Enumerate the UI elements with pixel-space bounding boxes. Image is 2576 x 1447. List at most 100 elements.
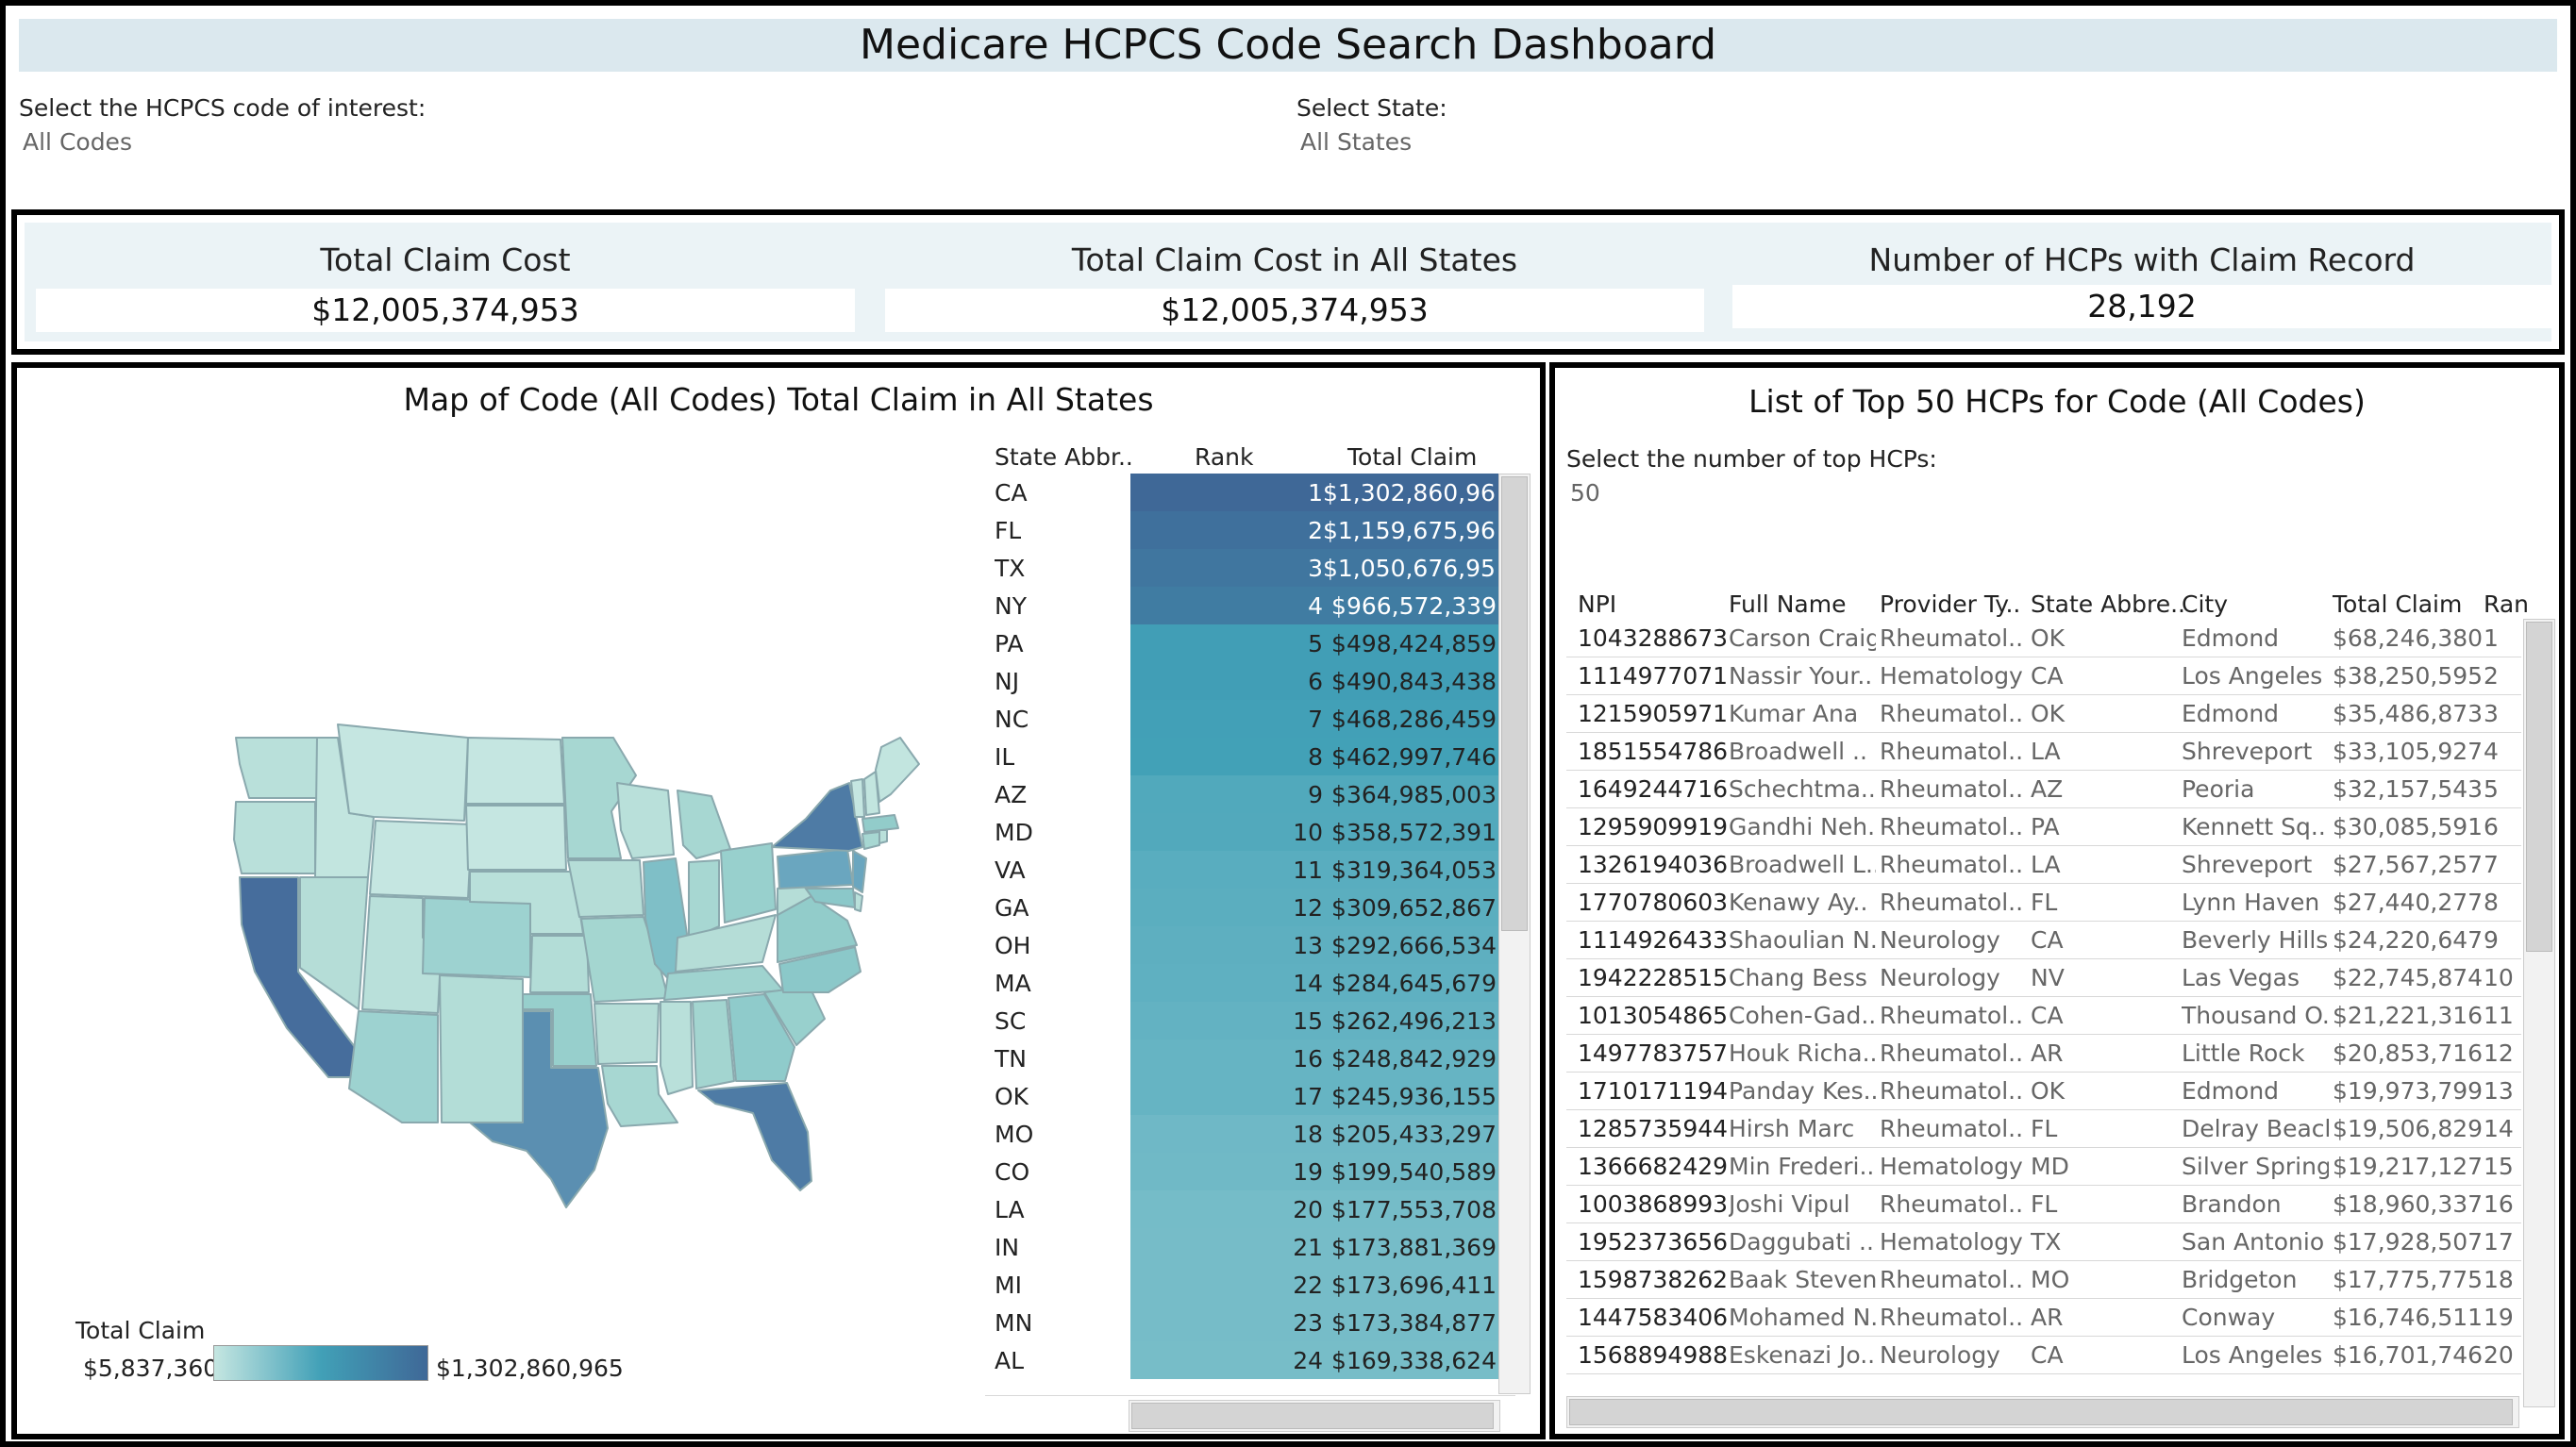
state-abbr-cell[interactable]: SC <box>995 1007 1026 1035</box>
hcp-city-cell[interactable]: Los Angeles <box>2182 1341 2329 1369</box>
state-rank-cell[interactable]: 6 <box>1130 668 1323 695</box>
state-abbr-cell[interactable]: LA <box>995 1196 1025 1223</box>
hcp-total-claim-cell[interactable]: $27,567,257 <box>2333 851 2482 878</box>
hcp-npi-cell[interactable]: 1285735944 <box>1578 1115 1727 1142</box>
state-total-claim-cell[interactable]: $1,302,860,965 <box>1323 479 1497 507</box>
hcp-state-cell[interactable]: CA <box>2031 662 2178 690</box>
hcp-npi-cell[interactable]: 1114977071 <box>1578 662 1727 690</box>
hcp-rank-cell[interactable]: 1 <box>2484 624 2521 652</box>
hcp-city-cell[interactable]: Shreveport <box>2182 738 2329 765</box>
hcp-city-cell[interactable]: Los Angeles <box>2182 662 2329 690</box>
hcp-npi-cell[interactable]: 1013054865 <box>1578 1002 1727 1029</box>
hcp-total-claim-cell[interactable]: $27,440,277 <box>2333 889 2482 916</box>
state-total-claim-cell[interactable]: $358,572,391 <box>1323 819 1497 846</box>
state-rank-cell[interactable]: 11 <box>1130 857 1323 884</box>
hcp-npi-cell[interactable]: 1497783757 <box>1578 1040 1727 1067</box>
hcp-state-cell[interactable]: AR <box>2031 1040 2178 1067</box>
state-total-claim-cell[interactable]: $462,997,746 <box>1323 743 1497 771</box>
state-rank-cell[interactable]: 8 <box>1130 743 1323 771</box>
state-abbr-cell[interactable]: MO <box>995 1121 1033 1148</box>
state-total-claim-cell[interactable]: $173,881,369 <box>1323 1234 1497 1261</box>
state-abbr-cell[interactable]: NY <box>995 592 1027 620</box>
state-rank-cell[interactable]: 3 <box>1130 555 1323 582</box>
hcp-name-cell[interactable]: Gandhi Neh.. <box>1729 813 1876 840</box>
state-total-claim-cell[interactable]: $262,496,213 <box>1323 1007 1497 1035</box>
hcp-provider-type-cell[interactable]: Hematology <box>1880 662 2027 690</box>
hcp-state-cell[interactable]: MO <box>2031 1266 2178 1293</box>
hcp-npi-cell[interactable]: 1326194036 <box>1578 851 1727 878</box>
state-abbr-cell[interactable]: CO <box>995 1158 1029 1186</box>
hcp-npi-cell[interactable]: 1649244716 <box>1578 775 1727 803</box>
hcp-total-claim-cell[interactable]: $19,973,799 <box>2333 1077 2482 1105</box>
hcp-city-cell[interactable]: Las Vegas <box>2182 964 2329 991</box>
hcp-total-claim-cell[interactable]: $22,745,874 <box>2333 964 2482 991</box>
hcp-total-claim-cell[interactable]: $21,221,316 <box>2333 1002 2482 1029</box>
state-total-claim-cell[interactable]: $292,666,534 <box>1323 932 1497 959</box>
state-total-claim-cell[interactable]: $364,985,003 <box>1323 781 1497 808</box>
state-rank-cell[interactable]: 7 <box>1130 706 1323 733</box>
hcp-table-hscrollbar[interactable] <box>1566 1396 2519 1428</box>
hcp-npi-cell[interactable]: 1598738262 <box>1578 1266 1727 1293</box>
state-total-claim-cell[interactable]: $245,936,155 <box>1323 1083 1497 1110</box>
hcp-rank-cell[interactable]: 14 <box>2484 1115 2521 1142</box>
hcp-rank-cell[interactable]: 16 <box>2484 1190 2521 1218</box>
hcp-npi-cell[interactable]: 1770780603 <box>1578 889 1727 916</box>
hcp-provider-type-cell[interactable]: Rheumatol.. <box>1880 624 2027 652</box>
state-abbr-cell[interactable]: IN <box>995 1234 1019 1261</box>
state-rank-cell[interactable]: 15 <box>1130 1007 1323 1035</box>
hcp-city-cell[interactable]: Bridgeton <box>2182 1266 2329 1293</box>
hcp-header-state[interactable]: State Abbre.. <box>2031 590 2185 618</box>
hcp-provider-type-cell[interactable]: Rheumatol.. <box>1880 813 2027 840</box>
state-table-vscroll-thumb[interactable] <box>1501 476 1528 931</box>
hcp-total-claim-cell[interactable]: $16,701,746 <box>2333 1341 2482 1369</box>
hcp-rank-cell[interactable]: 13 <box>2484 1077 2521 1105</box>
hcp-header-npi[interactable]: NPI <box>1578 590 1616 618</box>
hcp-provider-type-cell[interactable]: Rheumatol.. <box>1880 1266 2027 1293</box>
hcp-table-vscroll-thumb[interactable] <box>2526 622 2552 952</box>
state-abbr-cell[interactable]: IL <box>995 743 1014 771</box>
hcp-state-cell[interactable]: CA <box>2031 926 2178 954</box>
hcp-provider-type-cell[interactable]: Rheumatol.. <box>1880 1190 2027 1218</box>
state-abbr-cell[interactable]: CA <box>995 479 1028 507</box>
state-abbr-cell[interactable]: TN <box>995 1045 1027 1073</box>
state-rank-cell[interactable]: 18 <box>1130 1121 1323 1148</box>
hcp-rank-cell[interactable]: 4 <box>2484 738 2521 765</box>
hcp-name-cell[interactable]: Chang Bess <box>1729 964 1876 991</box>
hcp-rank-cell[interactable]: 17 <box>2484 1228 2521 1256</box>
state-rank-cell[interactable]: 22 <box>1130 1272 1323 1299</box>
state-total-claim-cell[interactable]: $205,433,297 <box>1323 1121 1497 1148</box>
state-total-claim-cell[interactable]: $169,338,624 <box>1323 1347 1497 1374</box>
state-abbr-cell[interactable]: PA <box>995 630 1024 657</box>
hcp-state-cell[interactable]: FL <box>2031 1115 2178 1142</box>
hcp-provider-type-cell[interactable]: Rheumatol.. <box>1880 775 2027 803</box>
hcp-name-cell[interactable]: Broadwell .. <box>1729 738 1876 765</box>
hcp-state-cell[interactable]: OK <box>2031 700 2178 727</box>
hcp-name-cell[interactable]: Min Frederi.. <box>1729 1153 1876 1180</box>
hcp-city-cell[interactable]: Kennett Sq.. <box>2182 813 2329 840</box>
hcp-state-cell[interactable]: PA <box>2031 813 2178 840</box>
hcp-name-cell[interactable]: Carson Craig <box>1729 624 1876 652</box>
hcpcs-filter-dropdown[interactable]: All Codes <box>23 128 132 156</box>
state-rank-cell[interactable]: 12 <box>1130 894 1323 922</box>
state-total-claim-cell[interactable]: $1,050,676,958 <box>1323 555 1497 582</box>
state-total-claim-cell[interactable]: $1,159,675,966 <box>1323 517 1497 544</box>
hcp-provider-type-cell[interactable]: Neurology <box>1880 1341 2027 1369</box>
us-choropleth-map[interactable] <box>17 368 961 1311</box>
state-abbr-cell[interactable]: AL <box>995 1347 1024 1374</box>
hcp-npi-cell[interactable]: 1952373656 <box>1578 1228 1727 1256</box>
hcp-city-cell[interactable]: Conway <box>2182 1304 2329 1331</box>
hcp-total-claim-cell[interactable]: $19,506,829 <box>2333 1115 2482 1142</box>
hcp-name-cell[interactable]: Panday Kes.. <box>1729 1077 1876 1105</box>
hcp-city-cell[interactable]: Brandon <box>2182 1190 2329 1218</box>
hcp-npi-cell[interactable]: 1710171194 <box>1578 1077 1727 1105</box>
hcp-rank-cell[interactable]: 6 <box>2484 813 2521 840</box>
state-total-claim-cell[interactable]: $966,572,339 <box>1323 592 1497 620</box>
state-rank-cell[interactable]: 23 <box>1130 1309 1323 1337</box>
state-rank-cell[interactable]: 24 <box>1130 1347 1323 1374</box>
hcp-npi-cell[interactable]: 1942228515 <box>1578 964 1727 991</box>
hcp-provider-type-cell[interactable]: Hematology <box>1880 1228 2027 1256</box>
hcp-rank-cell[interactable]: 8 <box>2484 889 2521 916</box>
hcp-rank-cell[interactable]: 20 <box>2484 1341 2521 1369</box>
state-abbr-cell[interactable]: NC <box>995 706 1029 733</box>
hcp-total-claim-cell[interactable]: $38,250,595 <box>2333 662 2482 690</box>
